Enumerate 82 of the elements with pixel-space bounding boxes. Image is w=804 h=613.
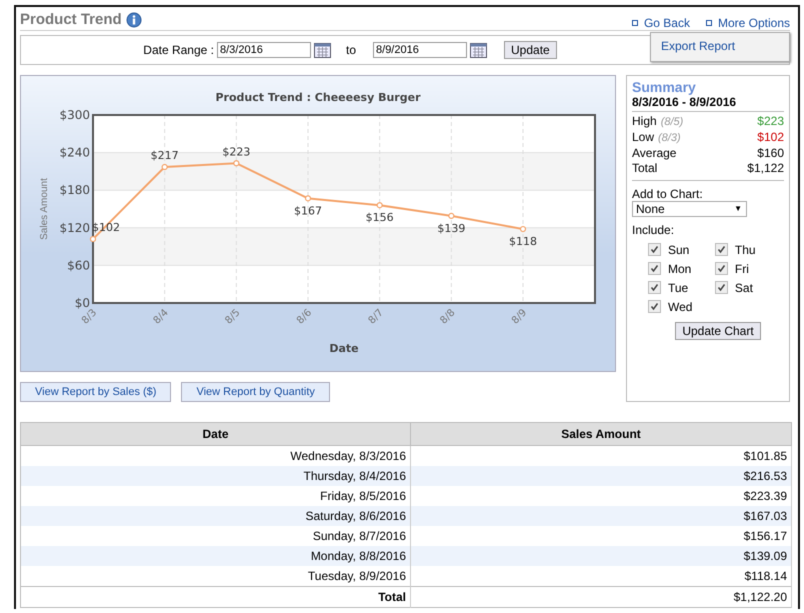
stat-label: High (8/5) [632,114,684,130]
summary-range: 8/3/2016 - 8/9/2016 [632,95,784,112]
day-checkbox[interactable] [648,243,661,256]
x-tick-label: 8/5 [223,307,242,326]
table-cell: $118.14 [410,566,792,586]
table-cell: Thursday, 8/4/2016 [20,466,410,486]
header-link[interactable]: Go Back [632,16,690,30]
day-checkbox[interactable] [648,300,661,313]
view-report-button[interactable]: View Report by Quantity [181,382,330,402]
day-label: Mon [668,262,692,276]
day-checkbox[interactable] [714,281,728,294]
total-cell: $1,122.20 [410,586,792,608]
table-cell: Monday, 8/8/2016 [20,546,410,566]
add-to-chart-dropdown[interactable]: None ▼ [632,201,747,217]
day-checkbox[interactable] [648,281,661,294]
stat-value: $160 [757,146,784,161]
table-cell: $139.09 [410,546,792,566]
data-label: $223 [222,145,250,158]
page-title: Product Trend [20,11,122,28]
header-link[interactable]: More Options [706,16,790,30]
x-tick-label: 8/8 [438,307,458,326]
data-point [448,212,454,219]
y-tick-label: $180 [59,183,90,198]
day-label: Sun [668,242,690,256]
add-to-chart-label: Add to Chart: [632,187,704,201]
stat-label: Average [632,146,676,161]
day-label: Sat [734,280,753,294]
data-label: $118 [509,235,537,248]
x-tick-label: 8/4 [152,307,171,326]
date-range-label: Date Range : [143,43,214,57]
x-axis-title: Date [329,342,359,355]
column-header: Date [20,422,410,446]
table-cell: $167.03 [410,506,792,526]
data-label: $167 [294,204,322,218]
data-label: $156 [366,211,394,224]
data-point [233,160,240,166]
day-checkbox[interactable] [714,262,728,275]
calendar-icon[interactable] [314,42,331,58]
day-checkbox[interactable] [648,262,661,275]
data-point [162,164,168,170]
data-point [376,202,383,208]
stat-value: $223 [757,114,784,130]
info-icon[interactable] [126,12,142,28]
y-tick-label: $0 [74,296,90,310]
caret-icon: ▼ [734,202,742,216]
x-tick-label: 8/7 [366,307,386,326]
day-checkbox[interactable] [714,243,728,256]
y-tick-label: $120 [59,220,90,235]
table-cell: Saturday, 8/6/2016 [20,506,410,526]
stat-value: $1,122 [747,161,784,176]
data-label: $139 [437,222,466,235]
x-tick-label: 8/3 [80,307,100,326]
stat-label: Low (8/3) [632,130,681,146]
to-label: to [346,43,356,57]
end-date-field[interactable]: 8/9/2016 [373,42,468,58]
day-label: Wed [668,300,692,314]
chart-title: Product Trend : Cheeeesy Burger [216,91,420,104]
y-axis-title: Sales Amount [39,178,50,240]
data-point [304,195,312,202]
day-label: Thu [734,242,756,256]
include-label: Include: [632,223,676,237]
view-report-button[interactable]: View Report by Sales ($) [20,382,172,402]
data-label: $217 [150,149,179,162]
update-chart-button[interactable]: Update Chart [675,322,761,340]
table-cell: Tuesday, 8/9/2016 [20,566,410,586]
x-tick-label: 8/6 [294,307,314,326]
x-tick-label: 8/9 [510,307,530,326]
y-tick-label: $60 [67,258,90,272]
calendar-icon[interactable] [470,42,488,58]
y-tick-label: $240 [59,146,90,160]
menu-item[interactable]: Export Report [661,39,736,53]
stat-value: $102 [757,130,784,146]
day-label: Fri [734,262,749,276]
update-button[interactable]: Update [504,41,557,59]
table-cell: $216.53 [410,466,792,486]
column-header: Sales Amount [410,422,792,446]
total-cell: Total [20,586,410,608]
start-date-field[interactable]: 8/3/2016 [217,42,311,58]
y-tick-label: $300 [59,108,90,122]
summary-title: Summary [632,79,697,95]
day-label: Tue [668,280,688,294]
stat-label: Total [632,161,658,176]
